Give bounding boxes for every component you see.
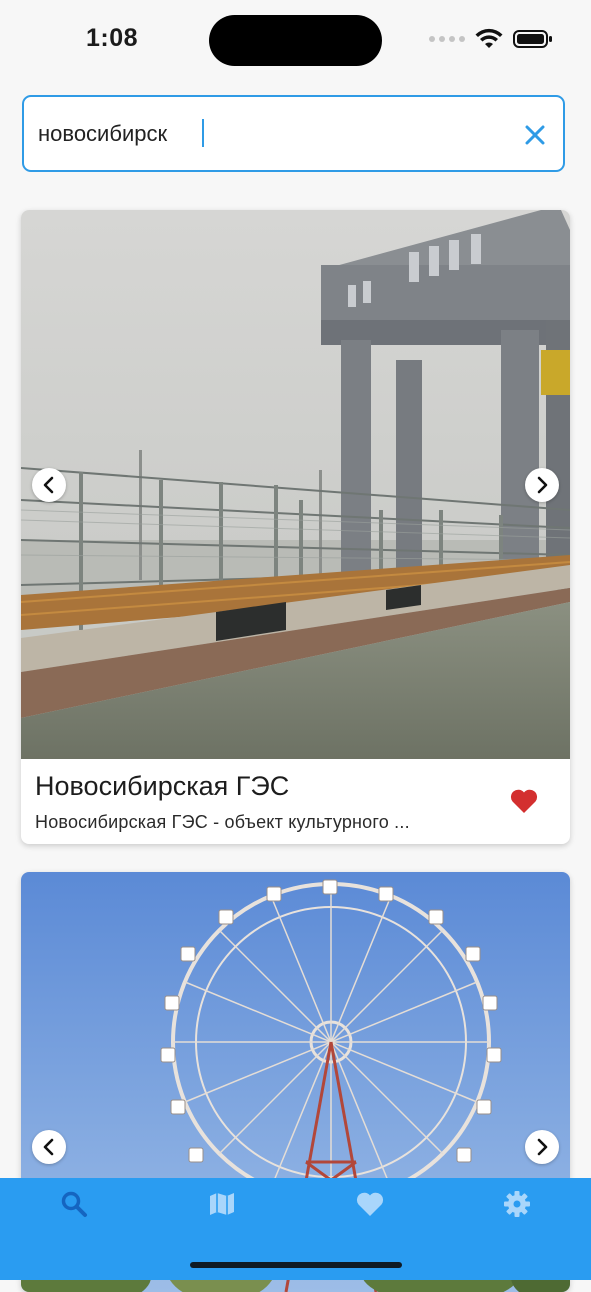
nav-settings[interactable]	[497, 1190, 537, 1230]
wifi-icon	[475, 28, 503, 48]
favorite-button[interactable]	[509, 787, 539, 815]
cellular-signal-icon	[429, 36, 465, 42]
heart-icon	[510, 789, 538, 813]
previous-photo-button[interactable]	[32, 468, 66, 502]
place-photo[interactable]	[21, 210, 570, 759]
dynamic-island	[209, 15, 382, 66]
search-input[interactable]	[38, 117, 508, 151]
search-icon	[61, 1191, 87, 1217]
heart-icon	[356, 1192, 384, 1216]
nav-favorites[interactable]	[350, 1190, 390, 1230]
clear-search-button[interactable]	[521, 121, 549, 149]
status-icons	[429, 28, 553, 50]
place-card[interactable]: Новосибирская ГЭС Новосибирская ГЭС - об…	[21, 210, 570, 844]
chevron-right-icon	[537, 476, 548, 494]
text-caret	[202, 119, 204, 147]
close-icon	[525, 125, 545, 145]
gear-icon	[504, 1191, 530, 1217]
status-bar: 1:08	[0, 0, 591, 80]
nav-search[interactable]	[54, 1190, 94, 1230]
previous-photo-button[interactable]	[32, 1130, 66, 1164]
map-icon	[210, 1193, 234, 1215]
place-description: Новосибирская ГЭС - объект культурного .…	[35, 812, 410, 832]
card-info: Новосибирская ГЭС Новосибирская ГЭС - об…	[21, 759, 570, 844]
chevron-left-icon	[43, 1138, 54, 1156]
place-title: Новосибирская ГЭС	[35, 771, 290, 801]
status-time: 1:08	[86, 24, 139, 52]
chevron-left-icon	[43, 476, 54, 494]
home-indicator[interactable]	[190, 1262, 402, 1268]
chevron-right-icon	[537, 1138, 548, 1156]
next-photo-button[interactable]	[525, 1130, 559, 1164]
nav-map[interactable]	[202, 1190, 242, 1230]
battery-icon	[513, 30, 552, 48]
search-field[interactable]	[22, 95, 565, 172]
next-photo-button[interactable]	[525, 468, 559, 502]
